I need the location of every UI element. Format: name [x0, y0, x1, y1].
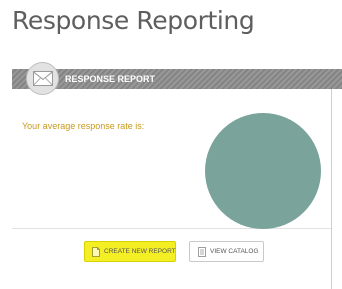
average-response-rate-label: Your average response rate is:: [22, 121, 145, 131]
page-title: Response Reporting: [12, 6, 255, 35]
panel-header: RESPONSE REPORT: [12, 69, 342, 89]
catalog-icon: [198, 246, 206, 257]
create-new-report-label: CREATE NEW REPORT: [104, 248, 176, 255]
panel-header-label: RESPONSE REPORT: [65, 74, 156, 84]
panel-right-border: [331, 89, 332, 289]
panel-footer-divider: [12, 228, 331, 229]
create-new-report-button[interactable]: CREATE NEW REPORT: [84, 241, 176, 262]
view-catalog-label: VIEW CATALOG: [210, 248, 259, 255]
document-icon: [92, 246, 100, 257]
response-rate-circle: [205, 113, 321, 229]
view-catalog-button[interactable]: VIEW CATALOG: [189, 241, 264, 262]
